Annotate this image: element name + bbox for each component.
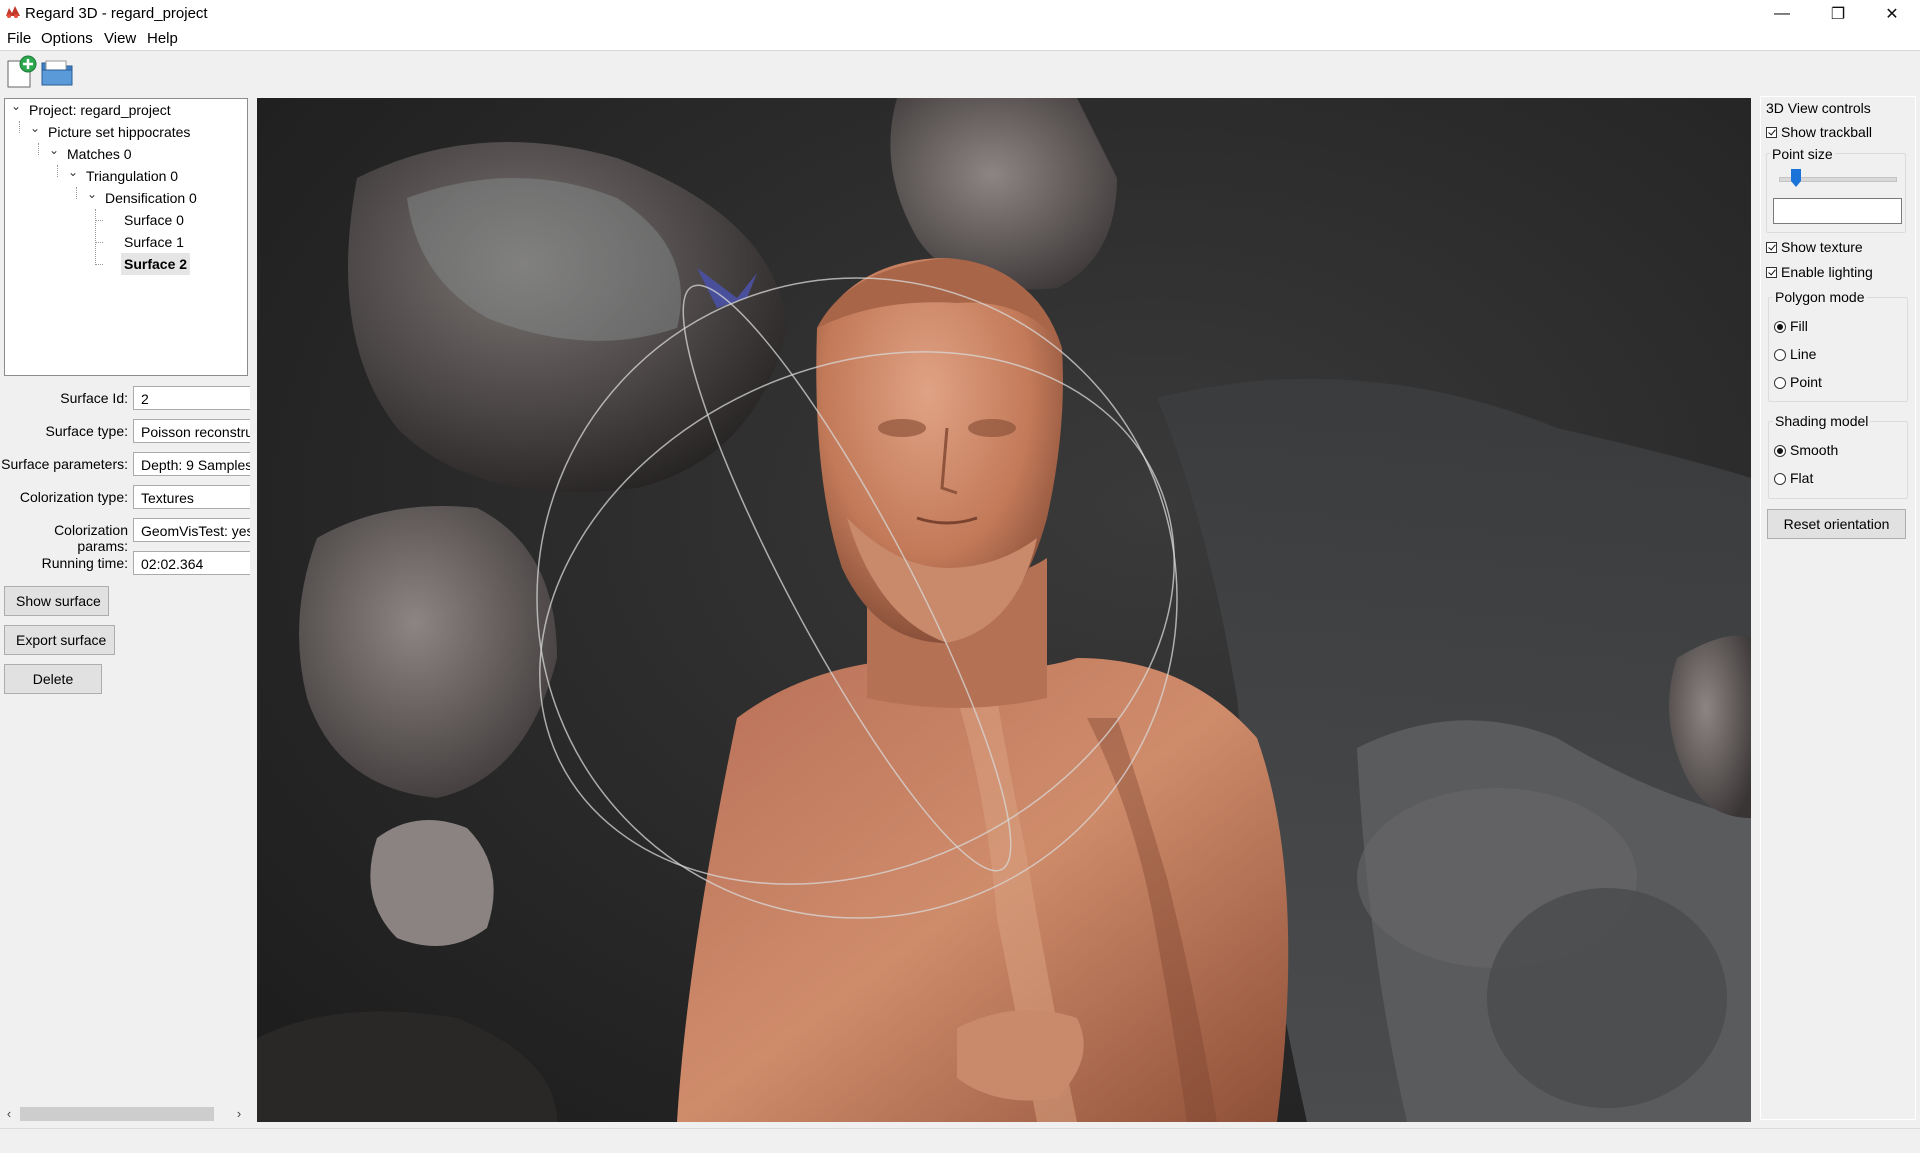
shading-model-group (1768, 421, 1908, 499)
reset-orientation-button[interactable]: Reset orientation (1767, 509, 1906, 539)
surface-id-label: Surface Id: (60, 390, 128, 406)
radio-unselected-icon (1774, 349, 1786, 361)
shading-flat-label: Flat (1790, 470, 1814, 486)
new-project-icon[interactable] (4, 55, 38, 89)
shading-flat-radio[interactable]: Flat (1774, 470, 1813, 486)
expand-chevron-icon[interactable]: ⌄ (48, 143, 60, 165)
radio-unselected-icon (1774, 377, 1786, 389)
scroll-thumb[interactable] (20, 1107, 214, 1121)
delete-button[interactable]: Delete (4, 664, 102, 694)
minimize-icon: — (1774, 5, 1790, 22)
regard3d-logo-icon (6, 6, 20, 18)
surface-id-field[interactable]: 2 (133, 386, 250, 410)
view-controls-title: 3D View controls (1766, 100, 1871, 116)
toolbar (0, 51, 1920, 95)
polygon-line-radio[interactable]: Line (1774, 346, 1816, 362)
window-title: Regard 3D - regard_project (25, 5, 208, 22)
point-size-slider-thumb[interactable] (1791, 169, 1801, 187)
colorization-type-field[interactable]: Textures (133, 485, 250, 509)
checkbox-checked-icon (1766, 242, 1777, 253)
polygon-fill-label: Fill (1790, 318, 1808, 334)
surface-type-label: Surface type: (45, 423, 129, 439)
3d-viewport[interactable] (257, 98, 1751, 1122)
tree-item-surface-0[interactable]: Surface 0 (124, 209, 184, 231)
export-surface-button[interactable]: Export surface (4, 625, 115, 655)
running-time-label: Running time: (41, 555, 128, 571)
point-size-label: Point size (1770, 146, 1835, 162)
running-time-field[interactable]: 02:02.364 (133, 551, 250, 575)
left-panel-scrollbar[interactable]: ‹ › (0, 1104, 250, 1124)
shading-model-title: Shading model (1773, 413, 1871, 429)
menu-bar: File Options View Help (0, 28, 1920, 51)
tree-item-project[interactable]: Project: regard_project (29, 99, 171, 121)
tree-item-densification[interactable]: Densification 0 (105, 187, 197, 209)
project-tree[interactable]: ⌄ Project: regard_project ⌄ Picture set … (4, 98, 248, 376)
close-icon: ✕ (1885, 6, 1899, 23)
tree-item-surface-2[interactable]: Surface 2 (121, 253, 191, 275)
title-bar: Regard 3D - regard_project — ❐ ✕ (0, 0, 1920, 28)
show-surface-button[interactable]: Show surface (4, 586, 109, 616)
expand-chevron-icon[interactable]: ⌄ (29, 121, 41, 143)
point-size-field[interactable] (1773, 198, 1902, 224)
scroll-right-icon[interactable]: › (230, 1104, 248, 1124)
surface-parameters-field[interactable]: Depth: 9 Samples (133, 452, 250, 476)
restore-icon: ❐ (1830, 6, 1846, 23)
shading-smooth-label: Smooth (1790, 442, 1839, 458)
surface-render[interactable] (257, 98, 1751, 1122)
menu-file[interactable]: File (7, 30, 31, 47)
expand-chevron-icon[interactable]: ⌄ (86, 187, 98, 209)
surface-type-field[interactable]: Poisson reconstru (133, 419, 250, 443)
show-texture-checkbox[interactable]: Show texture (1766, 239, 1863, 255)
tree-item-triangulation[interactable]: Triangulation 0 (86, 165, 178, 187)
polygon-point-label: Point (1790, 374, 1822, 390)
polygon-point-radio[interactable]: Point (1774, 374, 1822, 390)
enable-lighting-label: Enable lighting (1781, 264, 1873, 280)
tree-item-matches[interactable]: Matches 0 (67, 143, 132, 165)
restore-button[interactable]: ❐ (1810, 0, 1866, 28)
show-texture-label: Show texture (1781, 239, 1863, 255)
colorization-params-field[interactable]: GeomVisTest: yes (133, 518, 250, 542)
status-bar (0, 1128, 1920, 1153)
scroll-left-icon[interactable]: ‹ (0, 1104, 18, 1124)
colorization-type-label: Colorization type: (19, 489, 128, 505)
show-trackball-checkbox[interactable]: Show trackball (1766, 124, 1872, 140)
show-trackball-label: Show trackball (1781, 124, 1873, 140)
radio-selected-icon (1774, 321, 1786, 333)
close-button[interactable]: ✕ (1864, 0, 1920, 28)
radio-unselected-icon (1774, 473, 1786, 485)
checkbox-checked-icon (1766, 267, 1777, 278)
minimize-button[interactable]: — (1754, 0, 1810, 28)
surface-parameters-label: Surface parameters: (1, 456, 128, 472)
expand-chevron-icon[interactable]: ⌄ (10, 99, 22, 121)
polygon-fill-radio[interactable]: Fill (1774, 318, 1808, 334)
checkbox-checked-icon (1766, 127, 1777, 138)
polygon-mode-title: Polygon mode (1773, 289, 1867, 305)
menu-help[interactable]: Help (147, 30, 178, 47)
menu-options[interactable]: Options (41, 30, 93, 47)
shading-smooth-radio[interactable]: Smooth (1774, 442, 1838, 458)
tree-item-picture-set[interactable]: Picture set hippocrates (48, 121, 190, 143)
polygon-line-label: Line (1790, 346, 1817, 362)
tree-item-surface-1[interactable]: Surface 1 (124, 231, 184, 253)
enable-lighting-checkbox[interactable]: Enable lighting (1766, 264, 1873, 280)
expand-chevron-icon[interactable]: ⌄ (67, 165, 79, 187)
open-folder-icon[interactable] (40, 55, 74, 89)
radio-selected-icon (1774, 445, 1786, 457)
colorization-params-label: Colorization params: (54, 522, 128, 554)
menu-view[interactable]: View (104, 30, 136, 47)
